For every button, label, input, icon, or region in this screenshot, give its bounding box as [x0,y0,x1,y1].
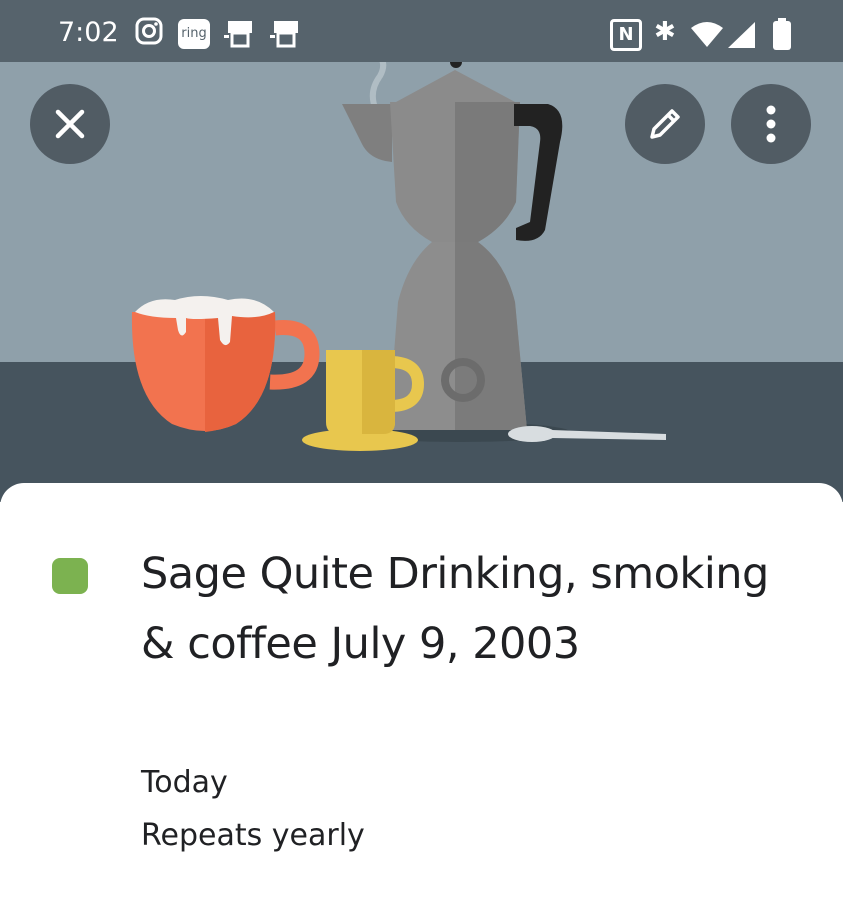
battery-icon [772,18,792,54]
ring-label: ring [181,26,207,41]
cellular-signal-icon [728,22,756,52]
edit-pencil-icon [650,109,680,139]
wifi-icon [690,22,724,52]
close-button[interactable] [30,84,110,164]
event-title: Sage Quite Drinking, smoking & coffee Ju… [141,549,769,669]
instagram-icon [135,17,163,49]
event-date: Today [141,765,228,800]
cast-icon [270,17,302,53]
more-options-button[interactable] [731,84,811,164]
nfc-label: N [618,24,634,45]
status-time: 7:02 [58,17,119,48]
edit-button[interactable] [625,84,705,164]
event-header-illustration [0,62,843,502]
more-vert-icon [766,105,776,143]
status-bar: 7:02 ring N ✱ [0,0,843,62]
event-recurrence: Repeats yearly [141,818,365,853]
coffee-pot-illustration [0,62,843,502]
event-color-indicator [52,558,88,594]
bluetooth-icon: ✱ [654,17,676,47]
nfc-icon: N [610,19,642,51]
cast-icon [224,17,256,53]
close-icon [55,109,85,139]
ring-icon: ring [178,19,210,49]
event-details-sheet: Sage Quite Drinking, smoking & coffee Ju… [0,483,843,910]
